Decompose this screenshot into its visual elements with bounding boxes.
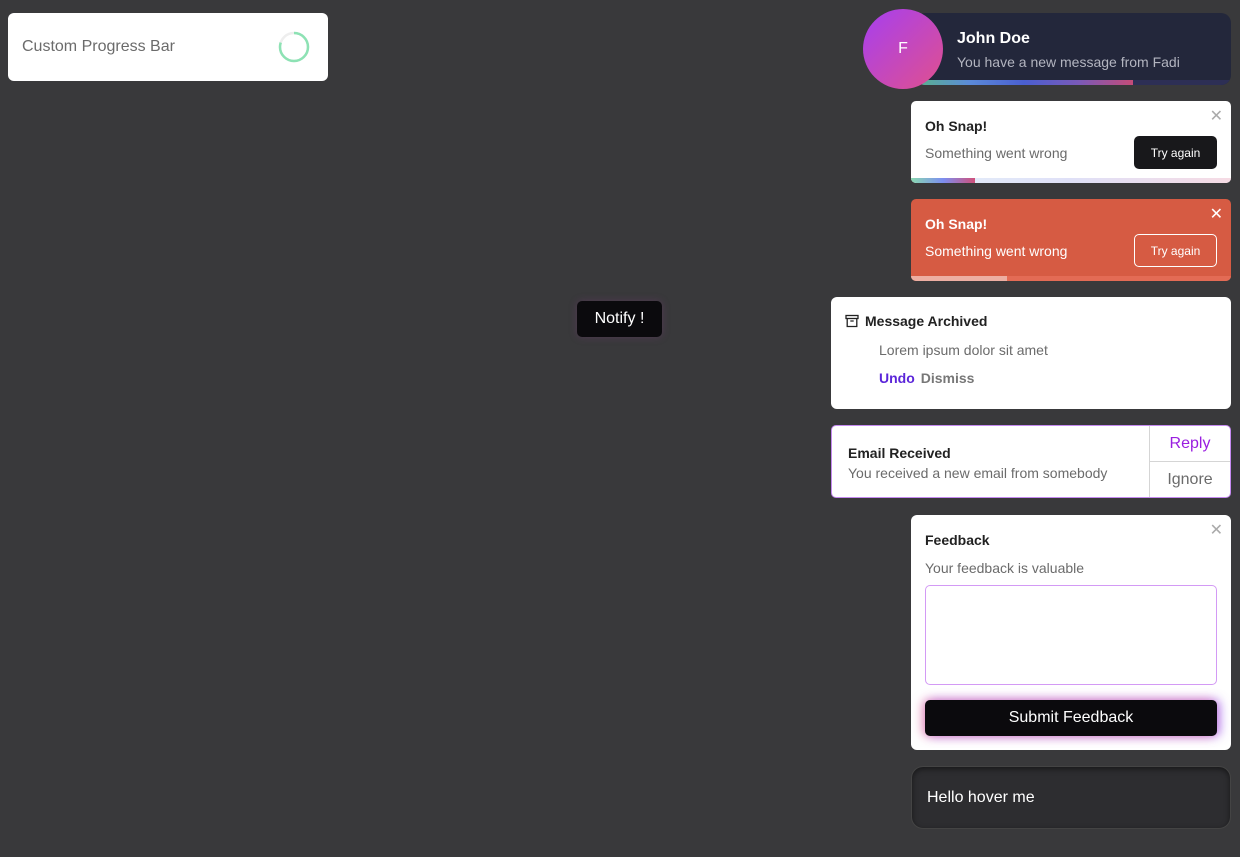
- toast-message: You received a new email from somebody: [848, 465, 1108, 481]
- archive-icon: [845, 314, 859, 328]
- toast-title: Oh Snap!: [925, 216, 988, 232]
- error-toast-red: Oh Snap! Something went wrong ✕ Try agai…: [911, 199, 1231, 281]
- progress-label: Custom Progress Bar: [22, 38, 175, 55]
- toast-body: Lorem ipsum dolor sit amet: [879, 342, 1048, 358]
- close-icon[interactable]: ✕: [1210, 204, 1223, 224]
- progress-ring-icon: [278, 31, 310, 63]
- toast-title: Feedback: [925, 532, 990, 548]
- hover-card[interactable]: Hello hover me: [911, 766, 1231, 829]
- toast-title: Oh Snap!: [925, 118, 988, 134]
- undo-button[interactable]: Undo: [879, 370, 915, 386]
- message-text: You have a new message from Fadi: [957, 54, 1180, 70]
- progress-bar: [911, 178, 1231, 183]
- submit-feedback-button[interactable]: Submit Feedback: [925, 700, 1217, 736]
- error-toast-light: Oh Snap! Something went wrong ✕ Try agai…: [911, 101, 1231, 183]
- close-icon[interactable]: ✕: [1210, 520, 1223, 540]
- sender-name: John Doe: [957, 30, 1030, 47]
- feedback-textarea[interactable]: [925, 585, 1217, 685]
- progress-card: Custom Progress Bar: [8, 13, 328, 81]
- progress-bar: [911, 276, 1231, 281]
- close-icon[interactable]: ✕: [1210, 106, 1223, 126]
- dismiss-button[interactable]: Dismiss: [921, 370, 975, 386]
- email-toast: Email Received You received a new email …: [831, 425, 1231, 498]
- message-notification[interactable]: John Doe You have a new message from Fad…: [915, 13, 1231, 85]
- feedback-toast: Feedback Your feedback is valuable ✕ Sub…: [911, 515, 1231, 750]
- toast-message: Something went wrong: [925, 145, 1068, 161]
- archived-toast: Message Archived Lorem ipsum dolor sit a…: [831, 297, 1231, 409]
- toast-subtitle: Your feedback is valuable: [925, 560, 1085, 576]
- ignore-button[interactable]: Ignore: [1150, 462, 1230, 497]
- progress-bar: [915, 80, 1231, 85]
- toast-message: Something went wrong: [925, 243, 1068, 259]
- toast-title: Email Received: [848, 445, 951, 461]
- avatar: F: [863, 9, 943, 89]
- toast-title: Message Archived: [865, 313, 988, 329]
- notify-button[interactable]: Notify !: [577, 301, 662, 337]
- try-again-button[interactable]: Try again: [1134, 234, 1217, 267]
- try-again-button[interactable]: Try again: [1134, 136, 1217, 169]
- reply-button[interactable]: Reply: [1150, 426, 1230, 462]
